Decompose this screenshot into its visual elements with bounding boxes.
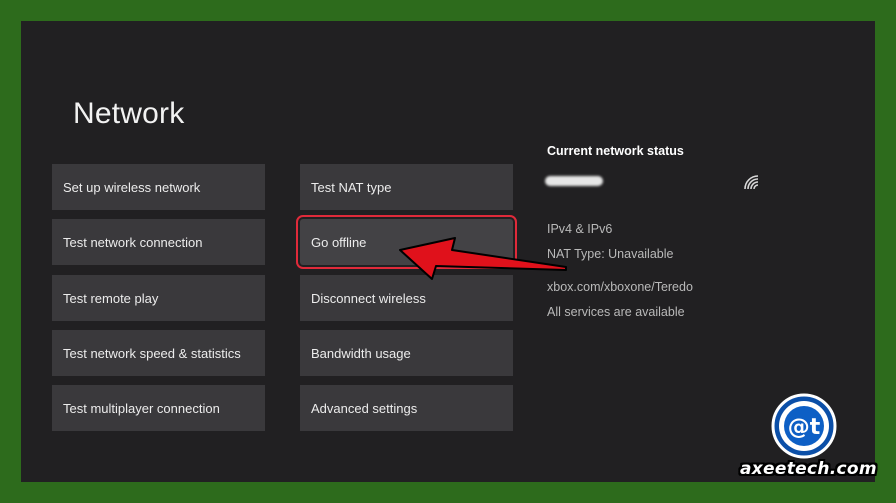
menu-item-test-remote-play[interactable]: Test remote play bbox=[52, 275, 265, 321]
menu-item-bandwidth-usage[interactable]: Bandwidth usage bbox=[300, 330, 513, 376]
menu-item-setup-wireless[interactable]: Set up wireless network bbox=[52, 164, 265, 210]
menu-item-advanced-settings[interactable]: Advanced settings bbox=[300, 385, 513, 431]
menu-item-test-nat-type[interactable]: Test NAT type bbox=[300, 164, 513, 210]
wifi-icon bbox=[744, 175, 759, 190]
services-status-text: All services are available bbox=[547, 305, 685, 319]
page-title: Network bbox=[73, 97, 185, 130]
watermark-text: axeetech.com bbox=[740, 459, 877, 479]
status-title: Current network status bbox=[547, 144, 684, 158]
menu-item-go-offline[interactable]: Go offline bbox=[296, 215, 517, 269]
green-border-frame: Network Set up wireless network Test net… bbox=[0, 0, 896, 503]
svg-text:@t: @t bbox=[788, 415, 821, 440]
redacted-network-name bbox=[545, 176, 603, 186]
menu-item-test-network-speed[interactable]: Test network speed & statistics bbox=[52, 330, 265, 376]
menu-item-disconnect-wireless[interactable]: Disconnect wireless bbox=[300, 275, 513, 321]
teredo-link[interactable]: xbox.com/xboxone/Teredo bbox=[547, 280, 693, 294]
ip-version-text: IPv4 & IPv6 bbox=[547, 222, 613, 236]
menu-item-test-network-connection[interactable]: Test network connection bbox=[52, 219, 265, 265]
nat-type-text: NAT Type: Unavailable bbox=[547, 247, 674, 261]
axeetech-logo: @t bbox=[771, 393, 837, 459]
menu-item-test-multiplayer[interactable]: Test multiplayer connection bbox=[52, 385, 265, 431]
